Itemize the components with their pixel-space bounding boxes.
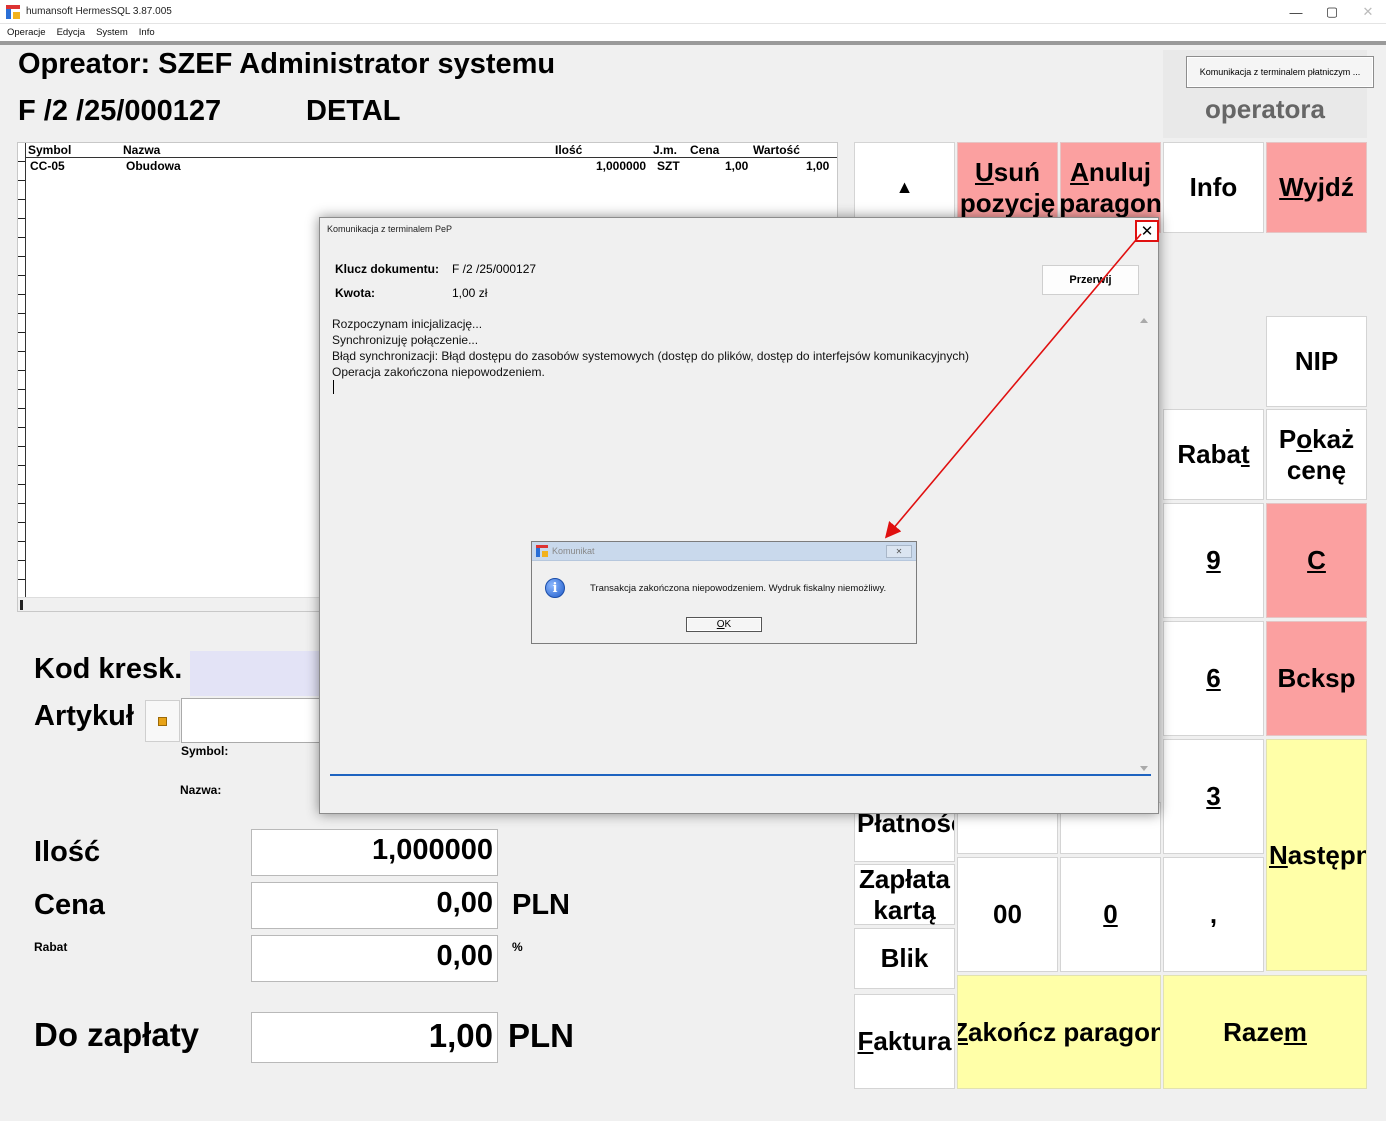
log-line: Rozpoczynam inicjalizację... (332, 317, 483, 331)
digit-0-button[interactable]: 0 (1060, 857, 1161, 972)
text-caret (333, 380, 334, 394)
log-line: Błąd synchronizacji: Błąd dostępu do zas… (332, 349, 969, 363)
message-box-titlebar: Komunikat ✕ (532, 542, 916, 561)
message-box: Komunikat ✕ i Transakcja zakończona niep… (531, 541, 917, 644)
menu-edycja[interactable]: Edycja (57, 27, 86, 38)
column-symbol[interactable]: Symbol (28, 143, 71, 157)
pep-terminal-dialog: Komunikacja z terminalem PeP ✕ Klucz dok… (319, 217, 1159, 814)
digit-3-button[interactable]: 3 (1163, 739, 1264, 854)
scroll-up-icon[interactable] (1140, 318, 1148, 323)
cell-unit: SZT (657, 159, 680, 173)
quantity-label: Ilość (34, 836, 101, 868)
card-payment-button[interactable]: Zapłata kartą (854, 864, 955, 925)
cell-price: 1,00 (725, 159, 749, 173)
price-currency: PLN (512, 889, 570, 921)
exit-button[interactable]: Wyjdź (1266, 142, 1367, 233)
menu-info[interactable]: Info (139, 27, 155, 38)
message-box-title: Komunikat (552, 546, 595, 556)
name-label: Nazwa: (180, 783, 222, 797)
cell-name: Obudowa (126, 159, 181, 173)
close-window-icon[interactable]: ✕ (1350, 0, 1386, 24)
backspace-button[interactable]: Bcksp (1266, 621, 1367, 736)
column-unit[interactable]: J.m. (653, 143, 677, 157)
app-logo-icon (536, 545, 548, 557)
row-indicator-gutter (18, 143, 26, 611)
cell-quantity: 1,000000 (596, 159, 647, 173)
maximize-icon[interactable]: ▢ (1314, 0, 1350, 24)
amount-value: 1,00 zł (452, 286, 488, 300)
operator-caption: operatora (1205, 94, 1325, 124)
clear-button[interactable]: C (1266, 503, 1367, 618)
info-button[interactable]: Info (1163, 142, 1264, 233)
barcode-input[interactable] (190, 651, 330, 696)
window-title: humansoft HermesSQL 3.87.005 (26, 6, 172, 17)
article-lookup-button[interactable] (145, 700, 180, 742)
scroll-down-icon[interactable] (1140, 766, 1148, 771)
table-row[interactable]: CC-05 Obudowa 1,000000 SZT 1,00 1,00 (26, 159, 837, 175)
pep-dialog-title: Komunikacja z terminalem PeP (327, 224, 453, 234)
menu-system[interactable]: System (96, 27, 128, 38)
next-button[interactable]: Następny (1266, 739, 1367, 971)
cell-value: 1,00 (806, 159, 830, 173)
message-text: Transakcja zakończona niepowodzeniem. Wy… (590, 583, 887, 594)
discount-label: Rabat (34, 940, 68, 954)
quantity-field[interactable]: 1,000000 (251, 829, 498, 876)
comma-button[interactable]: , (1163, 857, 1264, 972)
price-label: Cena (34, 889, 105, 921)
column-price[interactable]: Cena (690, 143, 719, 157)
discount-field[interactable]: 0,00 (251, 935, 498, 982)
window-frame (0, 41, 1386, 45)
symbol-label: Symbol: (181, 744, 229, 758)
interrupt-button[interactable]: Przerwij (1042, 265, 1139, 295)
log-line: Operacja zakończona niepowodzeniem. (332, 365, 545, 379)
price-field[interactable]: 0,00 (251, 882, 498, 929)
table-header: Symbol Nazwa Ilość J.m. Cena Wartość (26, 143, 837, 158)
nip-button[interactable]: NIP (1266, 316, 1367, 407)
message-close-icon[interactable]: ✕ (886, 545, 912, 558)
column-value[interactable]: Wartość (753, 143, 800, 157)
terminal-communication-button[interactable]: Komunikacja z terminalem płatniczym ... (1186, 56, 1374, 88)
document-key-value: F /2 /25/000127 (452, 262, 537, 276)
total-button[interactable]: Razem (1163, 975, 1367, 1089)
article-label: Artykuł (34, 700, 134, 732)
barcode-label: Kod kresk. (34, 653, 183, 685)
window-titlebar: humansoft HermesSQL 3.87.005 — ▢ ✕ (0, 0, 1386, 24)
discount-unit: % (512, 940, 523, 954)
amount-label: Kwota: (335, 286, 375, 300)
finish-receipt-button[interactable]: Zakończ paragon (957, 975, 1161, 1089)
document-key-label: Klucz dokumentu: (335, 262, 439, 276)
column-quantity[interactable]: Ilość (555, 143, 582, 157)
digit-6-button[interactable]: 6 (1163, 621, 1264, 736)
to-pay-label: Do zapłaty (34, 1016, 200, 1053)
folder-icon (158, 716, 167, 726)
article-input[interactable] (181, 698, 321, 743)
log-line: Synchronizuję połączenie... (332, 333, 479, 347)
window-controls: — ▢ ✕ (1278, 0, 1386, 24)
log-scrollbar[interactable] (1137, 315, 1151, 774)
double-zero-button[interactable]: 00 (957, 857, 1058, 972)
ok-button[interactable]: OK (686, 617, 762, 632)
to-pay-field: 1,00 (251, 1012, 498, 1063)
app-logo-icon (6, 4, 20, 19)
to-pay-currency: PLN (508, 1017, 574, 1054)
column-name[interactable]: Nazwa (123, 143, 160, 157)
discount-button[interactable]: Rabat (1163, 409, 1264, 500)
info-icon: i (545, 578, 565, 598)
menu-operacje[interactable]: Operacje (7, 27, 46, 38)
operator-title: Opreator: SZEF Administrator systemu (18, 48, 556, 80)
cell-symbol: CC-05 (30, 159, 65, 173)
document-number: F /2 /25/000127 (18, 95, 222, 127)
menu-bar: Operacje Edycja System Info (0, 24, 1386, 41)
pep-close-icon[interactable]: ✕ (1135, 220, 1159, 242)
invoice-button[interactable]: Faktura (854, 994, 955, 1089)
blik-button[interactable]: Blik (854, 928, 955, 989)
document-type: DETAL (306, 95, 401, 127)
digit-9-button[interactable]: 9 (1163, 503, 1264, 618)
minimize-icon[interactable]: — (1278, 0, 1314, 24)
show-price-button[interactable]: Pokaż cenę (1266, 409, 1367, 500)
